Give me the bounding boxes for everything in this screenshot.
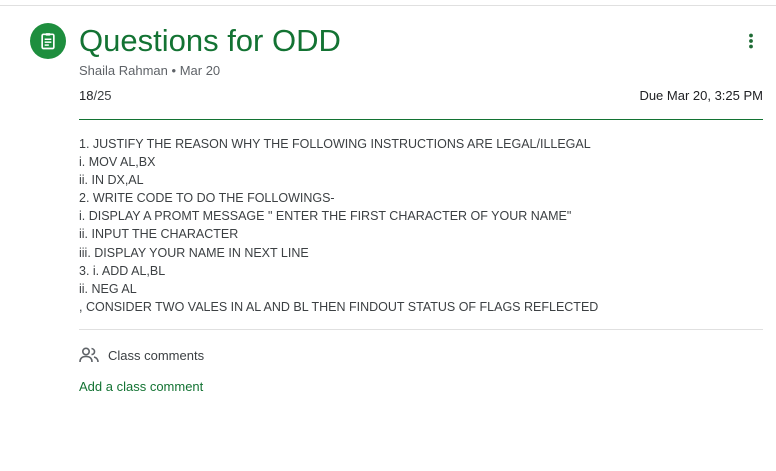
instruction-line: ii. NEG AL [79,281,137,296]
assignment-meta: Shaila Rahman • Mar 20 [79,63,220,79]
author-name: Shaila Rahman [79,63,168,78]
instruction-line: i. MOV AL,BX [79,155,156,170]
more-vert-icon [749,33,753,49]
clipboard-icon [41,33,55,50]
instruction-line: 1. JUSTIFY THE REASON WHY THE FOLLOWING … [79,137,591,151]
comments-divider [79,329,763,330]
class-comments-header: Class comments [79,345,204,365]
more-options-button[interactable] [738,28,764,54]
instruction-line: 3. i. ADD AL,BL [79,263,166,278]
instruction-line: ii. IN DX,AL [79,173,144,188]
instruction-line: , CONSIDER TWO VALES IN AL AND BL THEN F… [79,299,599,314]
points-total: /25 [93,88,112,103]
assignment-title: Questions for ODD [79,23,341,58]
class-comments-label: Class comments [108,347,205,363]
due-date: Due Mar 20, 3:25 PM [639,88,763,103]
top-border [0,0,776,6]
people-icon [79,347,99,363]
header-divider [79,119,763,120]
assignment-icon [30,23,66,59]
instruction-line: ii. INPUT THE CHARACTER [79,227,239,242]
points-score: 18/25 [79,88,112,104]
posted-date: Mar 20 [179,63,221,78]
instruction-line: iii. DISPLAY YOUR NAME IN NEXT LINE [79,245,309,260]
instruction-line: 2. WRITE CODE TO DO THE FOLLOWINGS- [79,191,335,206]
instruction-line: i. DISPLAY A PROMT MESSAGE " ENTER THE F… [79,209,572,224]
points-earned: 18 [79,88,94,103]
assignment-instructions: 1. JUSTIFY THE REASON WHY THE FOLLOWING … [79,135,763,316]
meta-separator: • [171,63,177,78]
add-class-comment-link[interactable]: Add a class comment [79,379,203,395]
